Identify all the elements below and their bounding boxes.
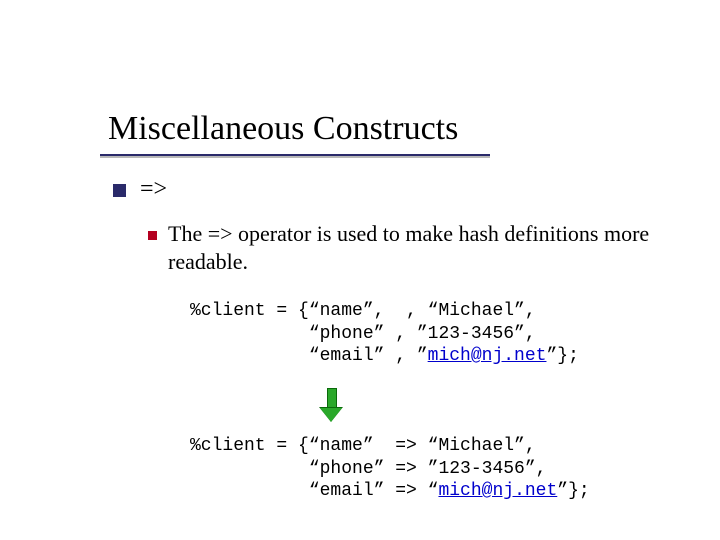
- bullet-level2-icon: [148, 231, 157, 240]
- code-line-prefix: “email” => “: [190, 481, 438, 501]
- code-line-suffix: ”};: [557, 481, 589, 501]
- code-block-before: %client = {“name”, , “Michael”, “phone” …: [190, 300, 579, 368]
- bullet-level1-icon: [113, 184, 126, 197]
- code-line: “phone” => ”123-3456”,: [190, 459, 546, 479]
- code-line: “phone” , ”123-3456”,: [190, 324, 536, 344]
- bullet-level2-text: The => operator is used to make hash def…: [168, 220, 670, 275]
- code-line: %client = {“name” => “Michael”,: [190, 436, 536, 456]
- email-link[interactable]: mich@nj.net: [438, 481, 557, 501]
- email-link[interactable]: mich@nj.net: [428, 346, 547, 366]
- slide-title: Miscellaneous Constructs: [108, 110, 458, 148]
- code-line-suffix: ”};: [546, 346, 578, 366]
- code-block-after: %client = {“name” => “Michael”, “phone” …: [190, 435, 590, 503]
- code-line-prefix: “email” , ”: [190, 346, 428, 366]
- code-line: %client = {“name”, , “Michael”,: [190, 301, 536, 321]
- slide: Miscellaneous Constructs => The => opera…: [0, 0, 720, 540]
- bullet-level1-text: =>: [140, 176, 167, 203]
- arrow-down-icon: [320, 388, 342, 424]
- title-underline-shadow: [100, 156, 490, 158]
